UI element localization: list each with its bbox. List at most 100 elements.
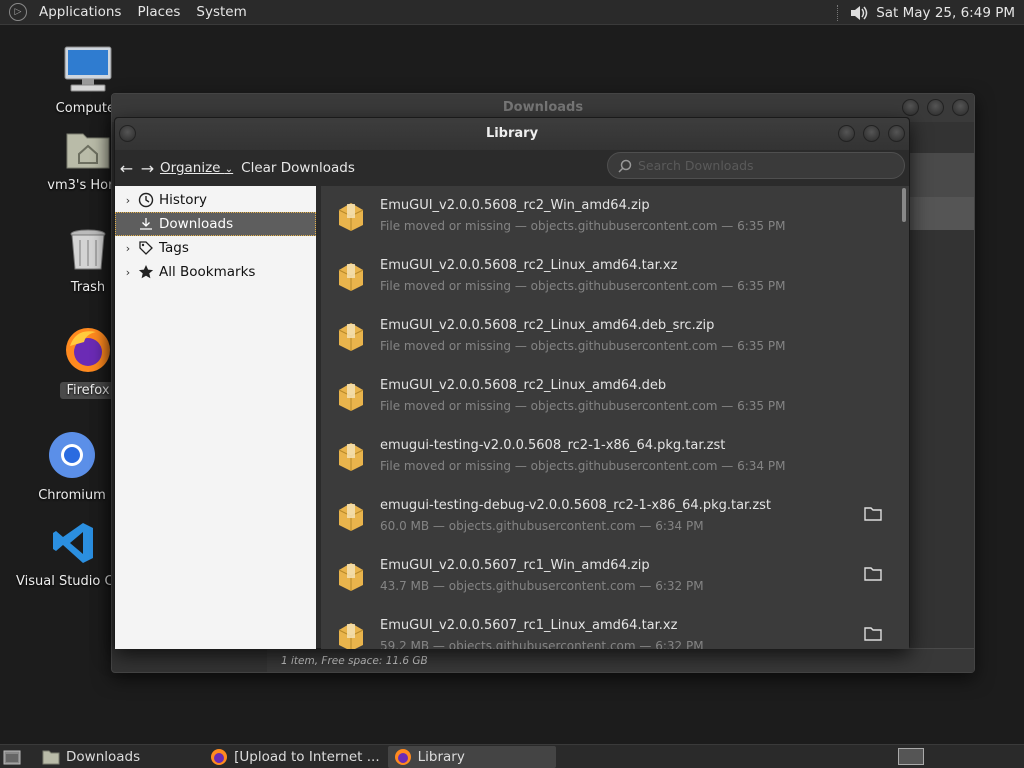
sidebar-item-history[interactable]: › History: [115, 188, 316, 212]
distro-logo-icon[interactable]: ▷: [9, 3, 27, 21]
close-button[interactable]: [888, 125, 905, 142]
organize-menu-button[interactable]: Organize ⌄: [160, 160, 233, 176]
download-item[interactable]: EmuGUI_v2.0.0.5608_rc2_Linux_amd64.deb Fi…: [321, 366, 896, 426]
download-item[interactable]: emugui-testing-debug-v2.0.0.5608_rc2-1-x…: [321, 486, 896, 546]
desktop-icon-label: Trash: [70, 280, 106, 295]
package-file-icon: [338, 321, 364, 351]
clock-icon: [138, 192, 154, 208]
sidebar-item-tags[interactable]: › Tags: [115, 236, 316, 260]
search-downloads-input[interactable]: [638, 158, 878, 173]
desktop-icon-trash[interactable]: Trash: [60, 228, 116, 295]
organize-label: Organize: [160, 160, 221, 176]
library-toolbar: ← → Organize ⌄ Clear Downloads: [115, 150, 909, 186]
sidebar-item-downloads[interactable]: Downloads: [115, 212, 316, 236]
show-desktop-icon[interactable]: [2, 747, 22, 767]
firefox-icon: [66, 328, 110, 372]
chevron-right-icon[interactable]: ›: [121, 194, 135, 207]
taskbar-item-upload[interactable]: [Upload to Internet ...: [204, 746, 385, 768]
downloads-window-status: 1 item, Free space: 11.6 GB: [267, 648, 974, 672]
close-button[interactable]: [952, 99, 969, 116]
library-sidebar: › History Downloads › Tags › All Bookmar…: [115, 186, 316, 649]
download-status: 59.2 MB — objects.githubusercontent.com …: [380, 639, 704, 649]
tag-icon: [139, 241, 153, 255]
home-folder-icon: [66, 133, 110, 169]
desktop-icon-label: Chromium: [38, 488, 106, 503]
download-status: File moved or missing — objects.githubus…: [380, 399, 786, 413]
open-containing-folder-icon[interactable]: [864, 566, 882, 582]
chromium-icon: [49, 432, 95, 478]
library-titlebar[interactable]: Library: [115, 118, 909, 150]
library-window[interactable]: Library ← → Organize ⌄ Clear Downloads ›…: [114, 117, 910, 649]
library-window-controls: [838, 125, 905, 142]
package-file-icon: [338, 381, 364, 411]
search-icon: [618, 159, 632, 173]
folder-icon: [42, 750, 60, 764]
top-panel-tray: Sat May 25, 6:49 PM: [837, 0, 1024, 25]
download-item[interactable]: EmuGUI_v2.0.0.5608_rc2_Linux_amd64.tar.x…: [321, 246, 896, 306]
downloads-window-toolbar-area: [904, 153, 974, 197]
clear-downloads-button[interactable]: Clear Downloads: [241, 160, 355, 176]
chevron-right-icon[interactable]: ›: [121, 266, 135, 279]
download-icon: [140, 218, 152, 230]
downloads-list[interactable]: EmuGUI_v2.0.0.5608_rc2_Win_amd64.zip File…: [321, 186, 909, 649]
download-item[interactable]: EmuGUI_v2.0.0.5607_rc1_Win_amd64.zip 43.7…: [321, 546, 896, 606]
download-item[interactable]: EmuGUI_v2.0.0.5607_rc1_Linux_amd64.tar.x…: [321, 606, 896, 649]
search-box[interactable]: [607, 152, 905, 179]
download-status: File moved or missing — objects.githubus…: [380, 279, 786, 293]
package-file-icon: [338, 621, 364, 649]
download-item[interactable]: emugui-testing-v2.0.0.5608_rc2-1-x86_64.…: [321, 426, 896, 486]
maximize-button[interactable]: [927, 99, 944, 116]
taskbar-item-library[interactable]: Library: [387, 745, 556, 768]
vscode-icon: [53, 523, 93, 563]
desktop-icon-chromium[interactable]: Chromium: [36, 430, 108, 503]
applications-menu[interactable]: Applications: [31, 0, 129, 25]
package-file-icon: [338, 261, 364, 291]
chevron-right-icon[interactable]: ›: [121, 242, 135, 255]
package-file-icon: [338, 201, 364, 231]
package-file-icon: [338, 561, 364, 591]
library-menu-control: [119, 125, 136, 142]
taskbar-item-downloads[interactable]: Downloads: [36, 746, 146, 768]
panel-separator: [837, 4, 840, 21]
download-status: File moved or missing — objects.githubus…: [380, 339, 786, 353]
downloads-window-row-area: [904, 197, 974, 230]
downloads-list-scrollbar[interactable]: [901, 188, 907, 643]
workspace-switcher[interactable]: [898, 748, 924, 765]
library-title: Library: [485, 126, 539, 141]
maximize-button[interactable]: [863, 125, 880, 142]
open-containing-folder-icon[interactable]: [864, 506, 882, 522]
sidebar-item-label: Tags: [159, 240, 189, 256]
download-item[interactable]: EmuGUI_v2.0.0.5608_rc2_Win_amd64.zip File…: [321, 186, 896, 246]
minimize-button[interactable]: [902, 99, 919, 116]
downloads-window-controls: [902, 99, 969, 116]
panel-clock[interactable]: Sat May 25, 6:49 PM: [876, 5, 1015, 21]
top-menu: ▷ Applications Places System: [0, 0, 255, 24]
chevron-down-icon: ⌄: [224, 164, 234, 175]
window-menu-button[interactable]: [119, 125, 136, 142]
trash-icon: [70, 229, 106, 270]
firefox-icon: [211, 748, 228, 765]
download-filename: emugui-testing-v2.0.0.5608_rc2-1-x86_64.…: [380, 438, 726, 453]
package-file-icon: [338, 501, 364, 531]
sidebar-item-label: History: [159, 192, 208, 208]
taskbar-item-label: Downloads: [66, 748, 141, 765]
scrollbar-thumb[interactable]: [902, 188, 906, 222]
back-arrow-icon[interactable]: ←: [117, 159, 136, 178]
download-filename: EmuGUI_v2.0.0.5608_rc2_Linux_amd64.deb_s…: [380, 318, 715, 333]
computer-icon: [64, 46, 112, 92]
volume-icon[interactable]: [848, 3, 868, 23]
top-panel: ▷ Applications Places System Sat May 25,…: [0, 0, 1024, 25]
sidebar-item-all-bookmarks[interactable]: › All Bookmarks: [115, 260, 316, 284]
forward-arrow-icon[interactable]: →: [138, 159, 157, 178]
open-containing-folder-icon[interactable]: [864, 626, 882, 642]
minimize-button[interactable]: [838, 125, 855, 142]
taskbar-item-label: Library: [417, 748, 465, 765]
download-item[interactable]: EmuGUI_v2.0.0.5608_rc2_Linux_amd64.deb_s…: [321, 306, 896, 366]
sidebar-item-label: Downloads: [159, 216, 234, 232]
download-filename: emugui-testing-debug-v2.0.0.5608_rc2-1-x…: [380, 498, 772, 513]
places-menu[interactable]: Places: [129, 0, 188, 25]
download-filename: EmuGUI_v2.0.0.5607_rc1_Win_amd64.zip: [380, 558, 650, 573]
system-menu[interactable]: System: [188, 0, 254, 25]
desktop-icon-firefox[interactable]: Firefox: [60, 326, 116, 399]
star-icon: [138, 265, 154, 279]
